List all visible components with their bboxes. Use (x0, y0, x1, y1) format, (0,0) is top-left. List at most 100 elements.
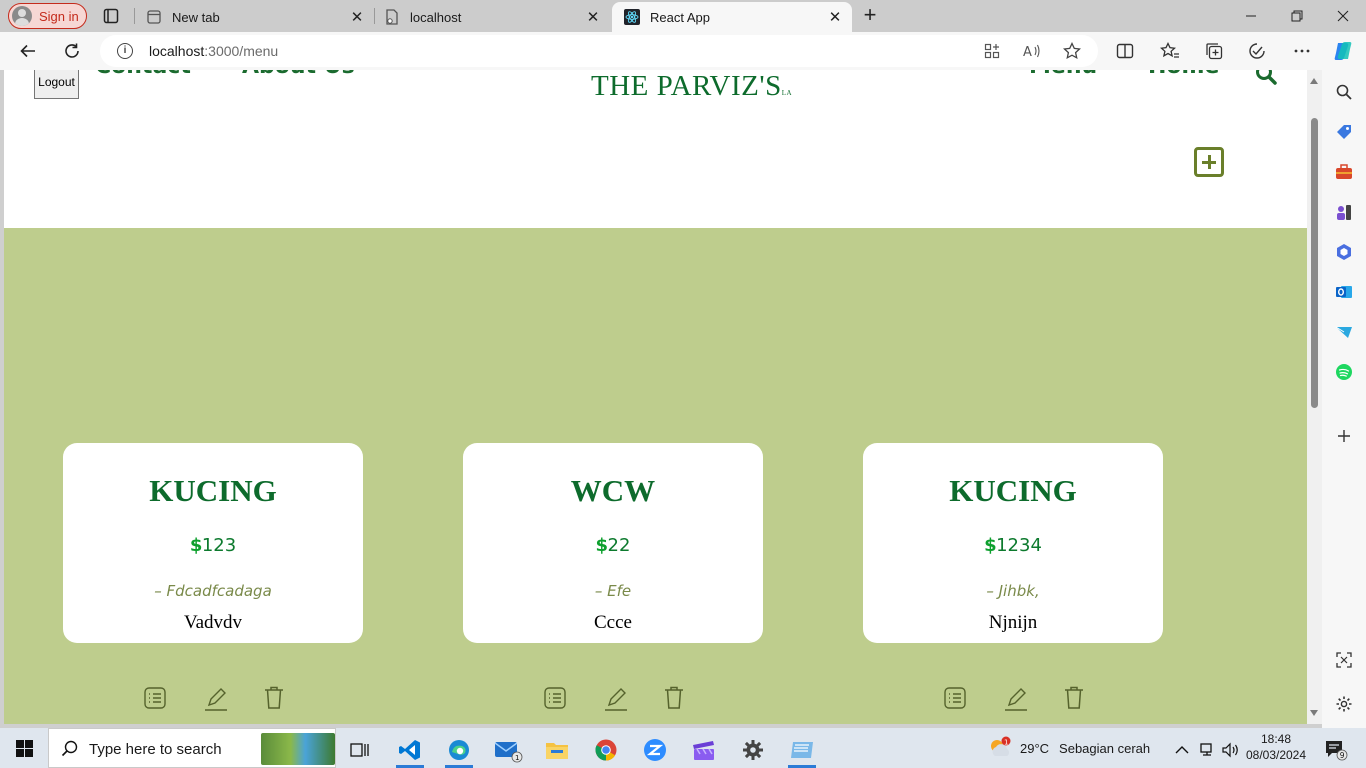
favorite-star-icon[interactable] (1062, 41, 1082, 61)
nav-link-about-us[interactable]: About Us (242, 70, 355, 79)
tools-briefcase-icon[interactable] (1334, 162, 1354, 182)
tab-react-app[interactable]: React App ✕ (612, 2, 852, 32)
dollar-icon: $ (595, 535, 609, 556)
nav-link-menu[interactable]: Menu (1029, 70, 1097, 79)
task-view-icon[interactable] (340, 732, 380, 768)
svg-text:A: A (1023, 45, 1032, 59)
tab-close-icon[interactable]: ✕ (584, 8, 602, 26)
tab-close-icon[interactable]: ✕ (348, 8, 366, 26)
edit-pencil-icon[interactable] (604, 686, 628, 712)
clock-time: 18:48 (1260, 732, 1292, 746)
menu-item-subtitle: Vadvdv (183, 612, 243, 633)
minimize-icon[interactable] (1228, 0, 1274, 32)
windows-start-icon[interactable] (16, 740, 33, 757)
spotify-icon[interactable] (1334, 362, 1354, 382)
sign-in-label: Sign in (39, 8, 79, 24)
network-icon[interactable] (1194, 732, 1220, 768)
read-aloud-icon[interactable]: A (1022, 41, 1042, 61)
search-icon[interactable] (1334, 82, 1354, 102)
vscode-icon[interactable] (390, 732, 430, 768)
new-tab-page-icon (146, 9, 162, 25)
clipchamp-icon[interactable] (684, 732, 724, 768)
favorites-icon[interactable] (1158, 39, 1182, 63)
outlook-icon[interactable] (1334, 282, 1354, 302)
search-icon[interactable] (1254, 70, 1278, 86)
nav-link-contact[interactable]: Contact (95, 70, 191, 79)
menu-item-price: $22 (463, 535, 763, 556)
menu-item-price: $123 (63, 535, 363, 556)
file-explorer-icon[interactable] (537, 732, 577, 768)
tab-title: localhost (410, 9, 462, 25)
tab-actions-icon[interactable] (100, 6, 122, 26)
refresh-icon[interactable] (60, 39, 84, 63)
menu-item-subtitle: Ccce (594, 612, 632, 633)
drop-send-icon[interactable] (1334, 322, 1354, 342)
scrollbar-thumb[interactable] (1311, 118, 1318, 408)
menu-item-name: WCW (570, 473, 656, 508)
screenshot-icon[interactable] (1334, 650, 1354, 670)
delete-trash-icon[interactable] (662, 686, 686, 712)
browser-toolbar: i localhost:3000/menu A (0, 32, 1366, 70)
new-tab-plus-icon[interactable]: + (858, 4, 882, 28)
edit-pencil-icon[interactable] (204, 686, 228, 712)
more-options-icon[interactable] (1290, 39, 1314, 63)
details-list-icon[interactable] (543, 686, 567, 712)
tab-localhost[interactable]: localhost ✕ (372, 2, 610, 32)
app-window-icon[interactable] (782, 732, 822, 768)
search-highlight-image (261, 733, 335, 765)
delete-trash-icon[interactable] (1062, 686, 1086, 712)
menu-item-description: – Efe (594, 582, 632, 600)
menu-section: KUCING $123 – Fdcadfcadaga Vadvdv WCW $2… (4, 228, 1307, 724)
weather-widget[interactable]: 1 29°C Sebagian cerah (986, 728, 1150, 768)
split-screen-icon[interactable] (1113, 39, 1137, 63)
delete-trash-icon[interactable] (262, 686, 286, 712)
profile-avatar-icon (12, 6, 32, 26)
chrome-icon[interactable] (586, 732, 626, 768)
menu-card: KUCING $123 – Fdcadfcadaga Vadvdv (63, 443, 363, 643)
mail-badge: 1 (515, 754, 519, 762)
copilot-icon[interactable] (1331, 39, 1355, 63)
browser-tab-strip: Sign in New tab ✕ localhost ✕ React App … (0, 0, 1366, 32)
url-text[interactable]: localhost:3000/menu (149, 43, 278, 59)
taskbar-search-box[interactable]: Type here to search (48, 728, 336, 768)
address-bar[interactable]: i localhost:3000/menu A (100, 35, 1098, 67)
site-brand-logo[interactable]: THE PARVIZ'SLA (591, 70, 792, 103)
sign-in-button[interactable]: Sign in (8, 3, 87, 29)
settings-gear-icon[interactable] (1334, 694, 1354, 714)
collections-icon[interactable] (1202, 39, 1226, 63)
nav-link-home[interactable]: Home (1148, 70, 1219, 79)
mail-icon[interactable]: 1 (488, 732, 528, 768)
scroll-up-arrow-icon[interactable] (1310, 78, 1318, 84)
zoom-icon[interactable] (635, 732, 675, 768)
site-info-icon[interactable]: i (117, 43, 133, 59)
tab-title: React App (650, 9, 710, 25)
close-window-icon[interactable] (1320, 0, 1366, 32)
app-available-icon[interactable] (982, 41, 1002, 61)
edge-browser-icon[interactable] (439, 732, 479, 768)
logout-button[interactable]: Logout (34, 70, 79, 99)
weather-condition: Sebagian cerah (1059, 740, 1151, 756)
taskbar-search-placeholder: Type here to search (89, 741, 222, 758)
card-actions (143, 686, 293, 714)
settings-gear-icon[interactable] (733, 732, 773, 768)
games-icon[interactable] (1334, 202, 1354, 222)
menu-item-price-value: 1234 (996, 535, 1042, 556)
tab-close-icon[interactable]: ✕ (826, 8, 844, 26)
tab-new-tab[interactable]: New tab ✕ (134, 2, 374, 32)
weather-temperature: 29°C (1020, 740, 1050, 756)
scroll-down-arrow-icon[interactable] (1310, 710, 1318, 716)
restore-icon[interactable] (1274, 0, 1320, 32)
microsoft-365-icon[interactable] (1334, 242, 1354, 262)
page-scrollbar[interactable] (1307, 70, 1322, 724)
menu-item-price: $1234 (863, 535, 1163, 556)
notifications-icon[interactable]: 9 (1318, 732, 1354, 768)
edit-pencil-icon[interactable] (1004, 686, 1028, 712)
add-menu-item-icon[interactable] (1194, 147, 1224, 177)
system-clock[interactable]: 18:48 08/03/2024 (1240, 731, 1312, 763)
browser-essentials-icon[interactable] (1246, 39, 1270, 63)
shopping-tag-icon[interactable] (1334, 122, 1354, 142)
back-arrow-icon[interactable] (16, 39, 40, 63)
add-sidebar-app-icon[interactable] (1334, 426, 1354, 446)
details-list-icon[interactable] (943, 686, 967, 712)
details-list-icon[interactable] (143, 686, 167, 712)
